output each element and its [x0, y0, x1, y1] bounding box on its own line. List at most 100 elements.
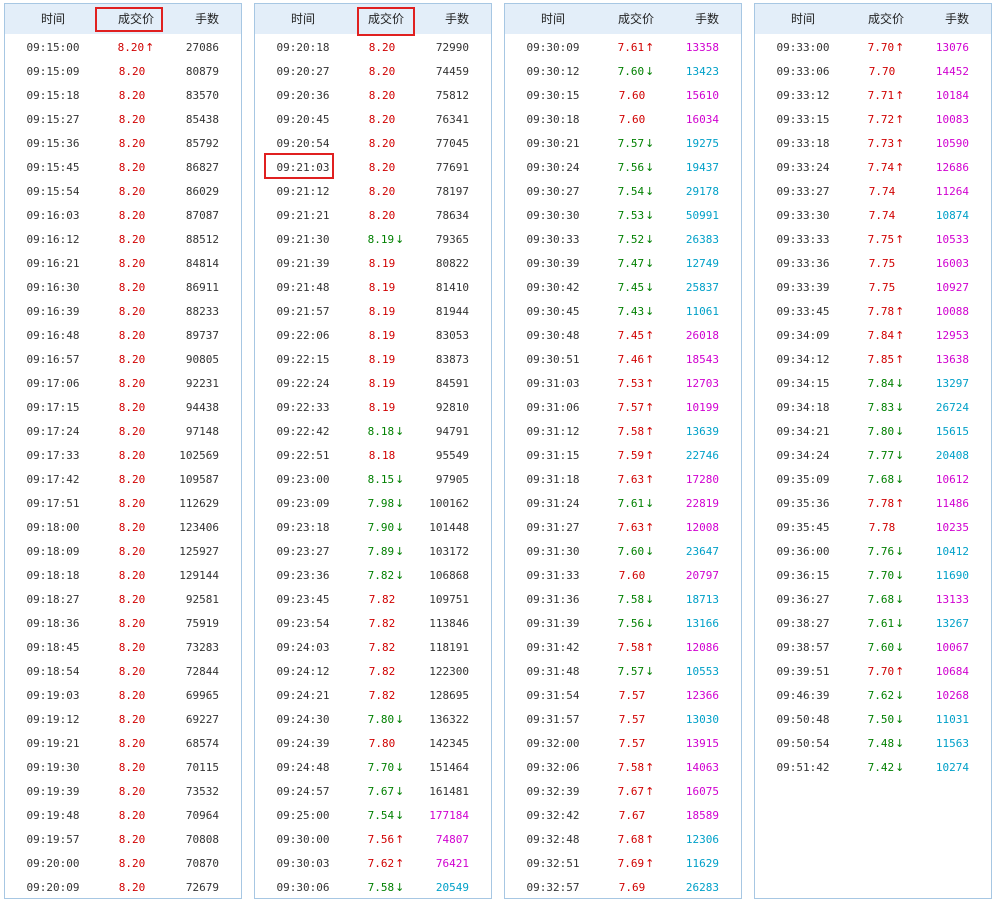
table-row: 09:31:27 7.63↑ 12008: [505, 516, 741, 540]
arrow-down-icon: ↓: [645, 185, 655, 198]
price-value: 7.80: [367, 713, 395, 726]
trade-time: 09:19:03: [26, 689, 80, 702]
trade-volume: 10083: [935, 113, 969, 126]
header-time: 时间: [540, 12, 565, 26]
trade-time: 09:23:09: [276, 497, 330, 510]
price-value: 7.45: [617, 329, 645, 342]
trade-price: 8.20: [101, 684, 171, 708]
table-row: 09:21:21 8.20 78634: [255, 204, 491, 228]
trade-price: 7.63↑: [601, 468, 671, 492]
table-row: 09:33:00 7.70↑ 13076: [755, 36, 991, 60]
trade-price: 7.78↑: [851, 492, 921, 516]
table-row: 09:33:36 7.75 16003: [755, 252, 991, 276]
trade-volume: 12086: [685, 641, 719, 654]
price-value: 8.18: [368, 449, 396, 462]
trade-volume: 97148: [185, 425, 219, 438]
trade-time: 09:25:00: [276, 809, 330, 822]
price-value: 8.20: [118, 65, 146, 78]
trade-volume: 18589: [685, 809, 719, 822]
price-value: 7.82: [368, 641, 396, 654]
trade-price: 8.19: [351, 324, 421, 348]
trade-time: 09:23:27: [276, 545, 330, 558]
trade-volume: 73283: [185, 641, 219, 654]
header-price: 成交价: [117, 12, 154, 26]
trade-price: 8.20: [101, 204, 171, 228]
price-value: 7.58: [617, 761, 645, 774]
table-row: 09:15:36 8.20 85792: [5, 132, 241, 156]
table-row: 09:32:51 7.69↑ 11629: [505, 852, 741, 876]
table-row: 09:16:57 8.20 90805: [5, 348, 241, 372]
price-value: 8.20: [118, 497, 146, 510]
trade-volume: 122300: [429, 665, 469, 678]
arrow-down-icon: ↓: [395, 233, 405, 246]
trade-volume: 29178: [685, 185, 719, 198]
trade-time: 09:17:06: [26, 377, 80, 390]
table-row: 09:30:00 7.56↑ 74807: [255, 828, 491, 852]
trade-time: 09:15:27: [26, 113, 80, 126]
table-row: 09:17:06 8.20 92231: [5, 372, 241, 396]
trade-time: 09:24:30: [276, 713, 330, 726]
arrow-up-icon: ↑: [895, 161, 905, 174]
trade-volume: 86827: [185, 161, 219, 174]
trade-time: 09:18:27: [26, 593, 80, 606]
trade-time: 09:24:57: [276, 785, 330, 798]
trade-volume: 10533: [935, 233, 969, 246]
trade-volume: 12749: [685, 257, 719, 270]
trade-price: 8.20: [101, 876, 171, 900]
trade-price: 7.48↓: [851, 732, 921, 756]
trade-volume: 118191: [429, 641, 469, 654]
trade-volume: 10553: [685, 665, 719, 678]
price-value: 7.57: [618, 689, 646, 702]
price-value: 7.74: [868, 185, 896, 198]
trade-price: 7.58↑: [601, 756, 671, 780]
trade-time: 09:19:57: [26, 833, 80, 846]
table-row: 09:23:09 7.98↓ 100162: [255, 492, 491, 516]
price-value: 8.20: [118, 617, 146, 630]
table-row: 09:35:36 7.78↑ 11486: [755, 492, 991, 516]
trade-volume: 11486: [935, 497, 969, 510]
trade-price: 7.90↓: [351, 516, 421, 540]
price-value: 7.72: [867, 113, 895, 126]
price-value: 8.20: [368, 89, 396, 102]
trade-rows: 09:33:00 7.70↑ 13076 09:33:06 7.70 14452 09:33…: [755, 36, 991, 780]
trade-volume: 78634: [435, 209, 469, 222]
trade-time: 09:15:00: [26, 41, 80, 54]
trade-volume: 103172: [429, 545, 469, 558]
trade-price: 7.42↓: [851, 756, 921, 780]
trade-price: 7.80↓: [351, 708, 421, 732]
trade-time: 09:36:00: [776, 545, 830, 558]
table-row: 09:38:57 7.60↓ 10067: [755, 636, 991, 660]
trade-price: 8.20: [101, 300, 171, 324]
trade-time: 09:32:06: [526, 761, 580, 774]
arrow-down-icon: ↓: [645, 233, 655, 246]
arrow-up-icon: ↑: [895, 353, 905, 366]
trade-price: 8.20: [101, 732, 171, 756]
trade-volume: 123406: [179, 521, 219, 534]
trade-price: 7.56↓: [601, 156, 671, 180]
trade-price: 8.20: [101, 420, 171, 444]
trade-volume: 13030: [685, 713, 719, 726]
trade-time: 09:19:21: [26, 737, 80, 750]
trade-price: 7.75: [851, 252, 921, 276]
trade-price: 8.20: [101, 180, 171, 204]
arrow-down-icon: ↓: [645, 65, 655, 78]
trade-time: 09:31:03: [526, 377, 580, 390]
arrow-down-icon: ↓: [895, 689, 905, 702]
trade-price: 7.54↓: [601, 180, 671, 204]
price-value: 7.54: [367, 809, 395, 822]
trade-time: 09:19:12: [26, 713, 80, 726]
trade-volume: 11061: [685, 305, 719, 318]
trade-volume: 15610: [685, 89, 719, 102]
price-value: 8.19: [368, 305, 396, 318]
trade-price: 7.70: [851, 60, 921, 84]
table-row: 09:19:03 8.20 69965: [5, 684, 241, 708]
trade-time: 09:23:45: [276, 593, 330, 606]
trade-time: 09:19:30: [26, 761, 80, 774]
price-value: 7.98: [367, 497, 395, 510]
arrow-down-icon: ↓: [895, 617, 905, 630]
trade-time: 09:20:00: [26, 857, 80, 870]
arrow-down-icon: ↓: [395, 425, 405, 438]
table-row: 09:30:06 7.58↓ 20549: [255, 876, 491, 900]
trade-panel-2: 时间 成交价 手数 09:20:18 8.20 72990 09:20:27 8.20 7445…: [254, 3, 492, 899]
trade-price: 7.58↓: [601, 588, 671, 612]
